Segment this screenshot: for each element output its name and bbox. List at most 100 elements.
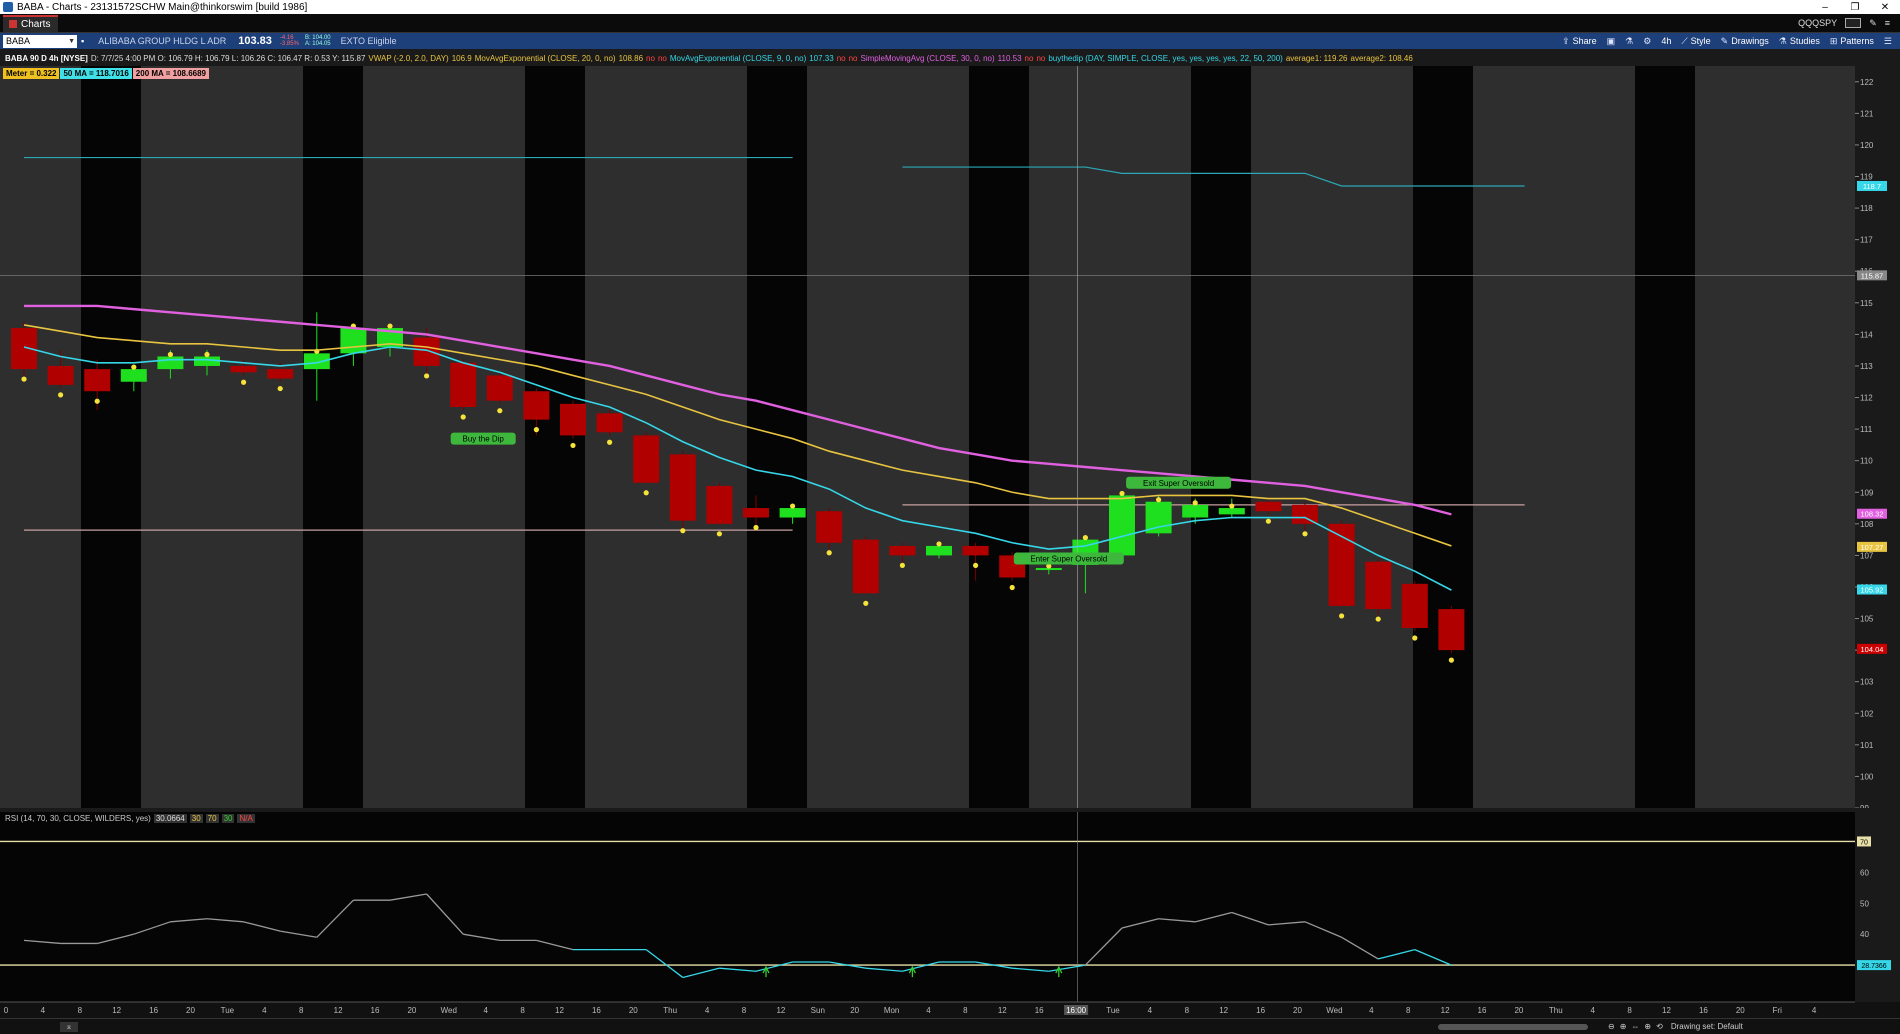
candle-body xyxy=(413,337,440,366)
time-tick-label: 12 xyxy=(112,1006,121,1015)
charts-tab-icon xyxy=(9,20,17,28)
zoom-in-icon[interactable]: ⊕ xyxy=(1620,1022,1627,1031)
rsi-level-1: 30 xyxy=(189,814,203,823)
tab-menu-icon[interactable]: ≡ xyxy=(1885,18,1890,28)
time-tick-label: Tue xyxy=(221,1006,235,1015)
study-legend-item[interactable]: buythedip (DAY, SIMPLE, CLOSE, yes, yes,… xyxy=(1048,54,1282,63)
price-chart-svg[interactable]: 9910010110210310410510610710810911011111… xyxy=(0,66,1900,813)
rsi-chart-svg[interactable]: 30 40 50 60 70 70 28.7366 0 4 8 12 16 20 Tue 4 8 12 16 20 W… xyxy=(0,812,1900,1018)
tool-1-button[interactable]: ▣ xyxy=(1607,36,1616,47)
candle-body xyxy=(852,539,879,594)
signal-label: Exit Super Oversold xyxy=(1143,479,1214,488)
price-tick-label: 101 xyxy=(1860,741,1874,750)
study-legend-item[interactable]: no xyxy=(658,54,667,63)
time-tick-label: 16 xyxy=(1478,1006,1487,1015)
collapse-panel-button[interactable]: ⌅ xyxy=(60,1021,78,1032)
pan-icon[interactable]: ⇔ xyxy=(1631,1022,1639,1031)
screenshot-icon: ▣ xyxy=(1606,35,1616,46)
study-legend-item[interactable]: MovAvgExponential (CLOSE, 9, 0, no) xyxy=(670,54,806,63)
patterns-button[interactable]: ⊞ Patterns xyxy=(1830,36,1874,47)
signal-dot xyxy=(973,562,979,569)
chevron-down-icon[interactable]: ▼ xyxy=(68,38,75,45)
time-tick-label: 8 xyxy=(742,1006,747,1015)
study-legend-item[interactable]: VWAP (-2.0, 2.0, DAY) xyxy=(368,54,448,63)
signal-dot xyxy=(1082,535,1088,541)
tool-2-button[interactable]: ⚗ xyxy=(1625,36,1633,47)
symbol-input[interactable]: BABA ▼ xyxy=(3,34,77,48)
rsi-panel[interactable]: 30 40 50 60 70 70 28.7366 0 4 8 12 16 20 Tue 4 8 12 16 20 W… xyxy=(0,812,1900,1034)
tool-3-button[interactable]: ⚙ xyxy=(1643,36,1651,47)
drawings-button[interactable]: ✎ Drawings xyxy=(1721,36,1769,47)
study-legend-item[interactable]: 106.9 xyxy=(452,54,472,63)
signal-dot xyxy=(753,524,759,531)
session-shading xyxy=(1413,66,1473,808)
study-legend-item[interactable]: no xyxy=(1036,54,1045,63)
time-tick-label: 20 xyxy=(1293,1006,1302,1015)
layout-box-icon[interactable] xyxy=(1845,18,1862,28)
price-chart[interactable]: 9910010110210310410510610710810911011111… xyxy=(0,66,1900,813)
tool-9-button[interactable]: ☰ xyxy=(1884,36,1892,47)
chart-symbol-period: BABA 90 D 4h [NYSE] xyxy=(5,53,88,63)
zoom-out-icon[interactable]: ⊖ xyxy=(1608,1022,1615,1031)
session-shading xyxy=(747,66,807,808)
close-button[interactable]: ✕ xyxy=(1870,2,1900,13)
study-legend-item[interactable]: SimpleMovingAvg (CLOSE, 30, 0, no) xyxy=(861,54,995,63)
company-name: ALIBABA GROUP HLDG L ADR xyxy=(98,36,227,46)
app-window: BABA - Charts - 23131572SCHW Main@thinko… xyxy=(0,0,1900,1034)
style-button[interactable]: ⟋ Style xyxy=(1681,36,1710,47)
time-tick-label: 8 xyxy=(78,1006,83,1015)
time-tick-label: Sun xyxy=(811,1006,825,1015)
signal-dot xyxy=(680,528,686,534)
time-tick-label: 16 xyxy=(149,1006,158,1015)
share-button[interactable]: ⇪ Share xyxy=(1562,36,1597,47)
study-legend-item[interactable]: 107.33 xyxy=(809,54,833,63)
study-legend-item[interactable]: no xyxy=(837,54,846,63)
time-tick-label: 8 xyxy=(1627,1006,1632,1015)
time-scrollbar[interactable] xyxy=(1438,1023,1588,1030)
crosshair-icon[interactable]: ⊕ xyxy=(1644,1022,1651,1031)
study-legend-item[interactable]: average1: 119.26 xyxy=(1286,54,1348,63)
candle-body xyxy=(1182,504,1209,518)
minimize-button[interactable]: – xyxy=(1810,2,1840,13)
pin-icon[interactable]: ✎ xyxy=(1869,18,1877,29)
4h-button[interactable]: 4h xyxy=(1661,36,1671,46)
signal-dot xyxy=(1192,500,1198,506)
candle-body xyxy=(1292,504,1318,524)
price-tick-label: 100 xyxy=(1860,772,1874,781)
zoom-controls: ⊖ ⊕ ⇔ ⊕ ⟲ xyxy=(1608,1022,1663,1031)
candle-body xyxy=(267,369,294,379)
candle-body xyxy=(889,545,916,556)
study-legend-item[interactable]: average2: 108.46 xyxy=(1351,54,1413,63)
price-tick-label: 103 xyxy=(1860,678,1874,687)
candle-body xyxy=(1109,495,1135,556)
candle-body xyxy=(926,545,952,556)
study-legend-item[interactable]: no xyxy=(849,54,858,63)
time-tick-label: 0 xyxy=(4,1006,9,1015)
study-legend-item[interactable]: MovAvgExponential (CLOSE, 20, 0, no) xyxy=(475,54,616,63)
time-tick-label: 16:00 xyxy=(1066,1006,1087,1015)
study-legend-item[interactable]: 108.86 xyxy=(619,54,643,63)
tabbar-right: QQQSPY ✎ ≡ xyxy=(1798,18,1900,29)
signal-dot xyxy=(460,414,466,420)
time-tick-label: 4 xyxy=(705,1006,710,1015)
maximize-button[interactable]: ❐ xyxy=(1840,2,1870,13)
reset-icon[interactable]: ⟲ xyxy=(1656,1022,1663,1031)
tool-label: 4h xyxy=(1661,36,1672,46)
study-legend-item[interactable]: no xyxy=(1025,54,1034,63)
price-axis-marker-label: 115.87 xyxy=(1861,271,1883,280)
linked-ticker[interactable]: QQQSPY xyxy=(1798,18,1837,28)
study-legend-item[interactable]: no xyxy=(646,54,655,63)
studies-button[interactable]: ⚗ Studies xyxy=(1779,36,1820,47)
study-legend-item[interactable]: 110.53 xyxy=(998,54,1022,63)
price-tick-label: 110 xyxy=(1860,457,1873,466)
time-tick-label: Fri xyxy=(1773,1006,1783,1015)
style-icon: ⟋ xyxy=(1681,35,1688,46)
thinkorswim-logo-icon xyxy=(3,2,13,12)
tab-charts[interactable]: Charts xyxy=(3,14,59,32)
menu-icon: ☰ xyxy=(1883,35,1892,46)
time-tick-label: Mon xyxy=(884,1006,900,1015)
link-icon[interactable]: ▪ xyxy=(81,36,84,46)
candle-body xyxy=(962,545,989,556)
time-tick-label: 4 xyxy=(41,1006,46,1015)
signal-dot xyxy=(1156,497,1162,503)
